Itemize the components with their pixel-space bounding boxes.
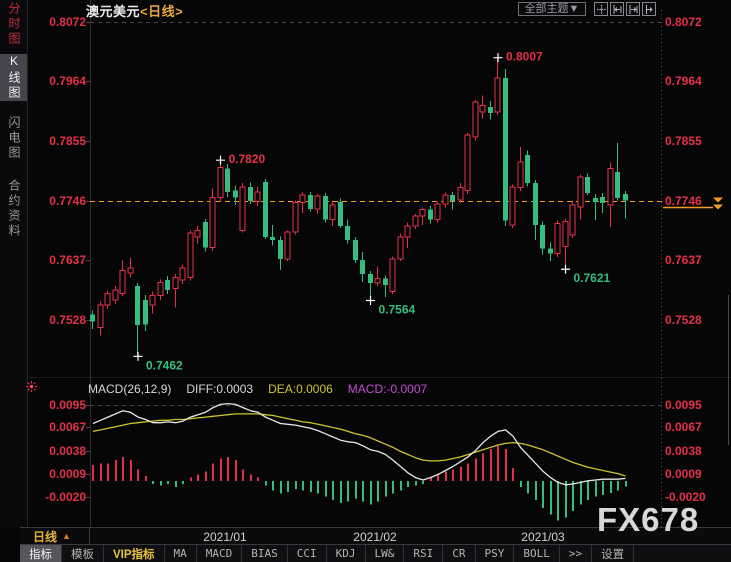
watermark: FX678 bbox=[597, 501, 700, 538]
chart-title: 澳元美元<日线> bbox=[86, 1, 183, 20]
svg-text:0.7564: 0.7564 bbox=[379, 302, 416, 316]
price-axis-label: 0.7528 bbox=[665, 313, 702, 328]
macd-axis-label: 0.0009 bbox=[49, 466, 86, 481]
pan-right-icon[interactable] bbox=[642, 2, 656, 16]
bottom-tab-9[interactable]: RSI bbox=[404, 545, 444, 562]
macd-bar-value: MACD:-0.0007 bbox=[347, 382, 428, 396]
macd-axis-label: 0.0095 bbox=[49, 398, 86, 413]
theme-selector-button[interactable]: 全部主题▼ bbox=[518, 2, 586, 16]
macd-axis-label: -0.0020 bbox=[665, 489, 706, 504]
candlesticks bbox=[90, 57, 628, 357]
bottom-tab-3[interactable]: MA bbox=[165, 545, 197, 562]
bottom-tab-7[interactable]: KDJ bbox=[327, 545, 366, 562]
svg-text:0.7621: 0.7621 bbox=[574, 271, 611, 285]
macd-axis-label: 0.0038 bbox=[49, 443, 86, 458]
date-tick-label: 2021/02 bbox=[353, 530, 397, 544]
macd-axis-label: -0.0020 bbox=[45, 489, 86, 504]
date-tick-label: 2021/03 bbox=[521, 530, 565, 544]
price-annotations: 0.7820 0.8007 0.7462 0.7564 0.7621 bbox=[133, 50, 611, 372]
sidebar-tab-0[interactable]: 分时图 bbox=[0, 2, 27, 47]
macd-diff-line bbox=[92, 402, 626, 486]
period-label: 日线 bbox=[33, 529, 58, 544]
price-axis-label: 0.8072 bbox=[49, 15, 86, 30]
macd-axis-label: 0.0009 bbox=[665, 466, 702, 481]
price-axis-label: 0.7746 bbox=[49, 193, 86, 208]
bottom-toolbar: 指标 模板 VIP指标 MA MACD BIAS CCI KDJ LW& RSI CR PSY BOLL… bbox=[20, 545, 731, 562]
bottom-tab-4[interactable]: MACD bbox=[197, 545, 243, 562]
bottom-tab-8[interactable]: LW& bbox=[366, 545, 405, 562]
bottom-tab-1[interactable]: 模板 bbox=[62, 545, 104, 562]
macd-header: MACD(26,12,9) DIFF:0.0003 DEA:0.0006 MACD:-… bbox=[88, 382, 442, 396]
price-axis-label: 0.7855 bbox=[49, 133, 86, 148]
price-axis-label: 0.7964 bbox=[49, 74, 86, 89]
price-axis-label: 0.7637 bbox=[665, 253, 702, 268]
trading-app-window: 0.7820 0.8007 0.7462 0.7564 0.7621 澳元美元<日线> … bbox=[0, 0, 731, 562]
macd-axis-label: 0.0038 bbox=[665, 443, 702, 458]
compress-x-icon[interactable] bbox=[610, 2, 624, 16]
price-axis-label: 0.7528 bbox=[49, 313, 86, 328]
move-icon[interactable] bbox=[594, 2, 608, 16]
macd-axis-label: 0.0067 bbox=[665, 420, 702, 435]
price-axis-label: 0.7637 bbox=[49, 253, 86, 268]
period-cell[interactable]: 日线 ▲ bbox=[20, 528, 90, 544]
svg-text:0.8007: 0.8007 bbox=[506, 50, 543, 64]
svg-text:0.7820: 0.7820 bbox=[229, 152, 266, 166]
macd-dea-line bbox=[92, 413, 626, 477]
sidebar-tab-1[interactable]: K线图 bbox=[0, 54, 27, 101]
bottom-tab-0[interactable]: 指标 bbox=[20, 545, 62, 562]
price-axis-label: 0.8072 bbox=[665, 15, 702, 30]
sidebar-tab-2[interactable]: 闪电图 bbox=[0, 116, 27, 161]
macd-indicator-name: MACD(26,12,9) bbox=[88, 382, 172, 396]
bottom-tab-2[interactable]: VIP指标 bbox=[104, 545, 165, 562]
symbol-name: 澳元美元 bbox=[86, 4, 141, 19]
period-up-arrow-icon: ▲ bbox=[62, 531, 71, 541]
price-axis-label: 0.7855 bbox=[665, 133, 702, 148]
bottom-tab-14[interactable]: 设置 bbox=[592, 545, 635, 562]
bottom-tab-5[interactable]: BIAS bbox=[242, 545, 288, 562]
chart-canvas[interactable]: 0.7820 0.8007 0.7462 0.7564 0.7621 bbox=[0, 0, 731, 562]
date-tick-label: 2021/01 bbox=[203, 530, 247, 544]
period-name: <日线> bbox=[140, 4, 184, 19]
dropdown-arrow-icon: ▼ bbox=[568, 3, 580, 15]
alarm-asterisk-icon[interactable] bbox=[25, 380, 38, 398]
price-axis-label: 0.7964 bbox=[665, 74, 702, 89]
price-axis-label: 0.7746 bbox=[665, 193, 702, 208]
bottom-tab-11[interactable]: PSY bbox=[476, 545, 515, 562]
bottom-tab-10[interactable]: CR bbox=[443, 545, 476, 562]
macd-histogram bbox=[92, 445, 627, 521]
macd-dea-value: DEA:0.0006 bbox=[268, 382, 333, 396]
expand-x-icon[interactable] bbox=[626, 2, 640, 16]
bottom-tab-12[interactable]: BOLL bbox=[514, 545, 560, 562]
bottom-tab-13[interactable]: >> bbox=[560, 545, 593, 562]
macd-diff-value: DIFF:0.0003 bbox=[186, 382, 254, 396]
bottom-tab-6[interactable]: CCI bbox=[288, 545, 327, 562]
macd-axis-label: 0.0067 bbox=[49, 420, 86, 435]
macd-axis-label: 0.0095 bbox=[665, 398, 702, 413]
svg-text:0.7462: 0.7462 bbox=[146, 358, 183, 372]
sidebar-tab-3[interactable]: 合约资料 bbox=[0, 179, 27, 239]
